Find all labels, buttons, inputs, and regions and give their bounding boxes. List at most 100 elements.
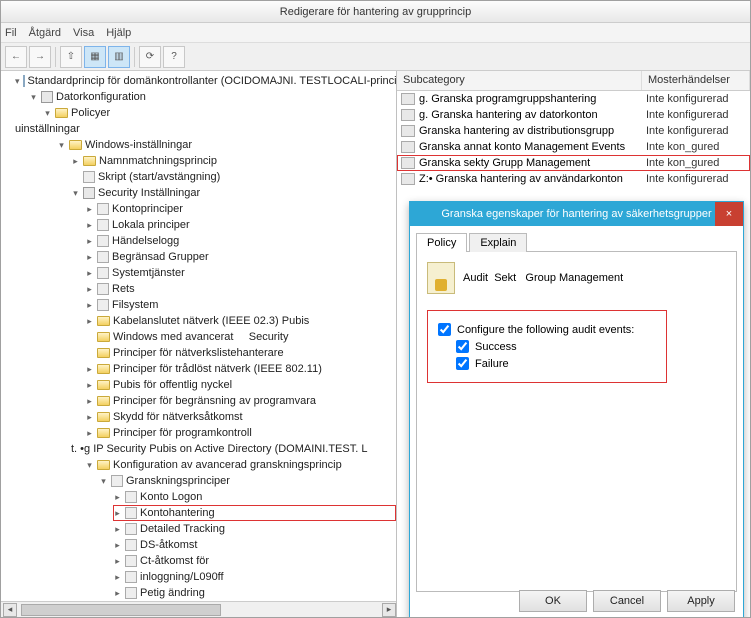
column-events[interactable]: Mosterhändelser bbox=[642, 71, 750, 90]
tree-item[interactable]: Konto Logon bbox=[140, 491, 202, 503]
tree-item[interactable]: Konfiguration av avancerad granskningspr… bbox=[113, 459, 342, 471]
tree-item[interactable]: Security Inställningar bbox=[98, 187, 200, 199]
audit-icon bbox=[125, 507, 137, 519]
scroll-right-icon[interactable]: ▸ bbox=[382, 603, 396, 617]
tree-item[interactable]: Principer för trådlöst nätverk (IEEE 802… bbox=[113, 363, 322, 375]
tree-item[interactable]: Detailed Tracking bbox=[140, 523, 225, 535]
tree-item[interactable]: t. •g IP Security Pubis on Active Direct… bbox=[71, 443, 367, 455]
folder-icon bbox=[97, 348, 110, 358]
tree-item[interactable]: Filsystem bbox=[112, 299, 158, 311]
audit-item-icon bbox=[401, 157, 415, 169]
tree-body[interactable]: ▾Standardprincip för domänkontrollanter … bbox=[1, 71, 396, 601]
tree-item[interactable]: uinställningar bbox=[15, 123, 80, 135]
tab-explain[interactable]: Explain bbox=[469, 233, 527, 252]
tree-item[interactable]: Policyer bbox=[71, 107, 110, 119]
list-row[interactable]: g. Granska programgruppshantering Inte ko… bbox=[397, 91, 750, 107]
menu-view[interactable]: Visa bbox=[73, 27, 94, 39]
tree-item[interactable]: Ct-åtkomst för bbox=[140, 555, 209, 567]
properties-dialog: Granska egenskaper för hantering av säke… bbox=[409, 201, 744, 617]
tree-item[interactable]: Skript (start/avstängning) bbox=[98, 171, 220, 183]
apply-button[interactable]: Apply bbox=[667, 590, 735, 612]
view-button-1[interactable]: ▦ bbox=[84, 46, 106, 68]
policy-icon bbox=[97, 203, 109, 215]
failure-label: Failure bbox=[475, 358, 509, 370]
row-name: g. Granska programgruppshantering bbox=[419, 93, 596, 105]
audit-label: Audit Sekt Group Management bbox=[463, 272, 623, 284]
tree-item[interactable]: Principer för programkontroll bbox=[113, 427, 252, 439]
up-button[interactable]: ⇧ bbox=[60, 46, 82, 68]
view-button-2[interactable]: ▥ bbox=[108, 46, 130, 68]
list-row[interactable]: Z:• Granska hantering av användarkonton I… bbox=[397, 171, 750, 187]
audit-item-icon bbox=[401, 109, 415, 121]
folder-icon bbox=[97, 316, 110, 326]
configure-checkbox[interactable] bbox=[438, 323, 451, 336]
tree-item[interactable]: Kontoprinciper bbox=[112, 203, 183, 215]
forward-button[interactable]: → bbox=[29, 46, 51, 68]
cancel-button[interactable]: Cancel bbox=[593, 590, 661, 612]
refresh-button[interactable]: ⟳ bbox=[139, 46, 161, 68]
back-button[interactable]: ← bbox=[5, 46, 27, 68]
audit-icon bbox=[125, 555, 137, 567]
policy-icon bbox=[97, 251, 109, 263]
ok-button[interactable]: OK bbox=[519, 590, 587, 612]
folder-icon bbox=[69, 140, 82, 150]
menu-action[interactable]: Åtgärd bbox=[29, 27, 61, 39]
tree-item[interactable]: Rets bbox=[112, 283, 135, 295]
tree-item[interactable]: Skydd för nätverksåtkomst bbox=[113, 411, 243, 423]
audit-icon bbox=[111, 475, 123, 487]
policy-icon bbox=[97, 299, 109, 311]
list-row[interactable]: Granska annat konto Management EventsInt… bbox=[397, 139, 750, 155]
close-button[interactable]: × bbox=[715, 202, 743, 226]
tree-item[interactable]: Systemtjänster bbox=[112, 267, 185, 279]
audit-icon bbox=[125, 539, 137, 551]
security-icon bbox=[83, 187, 95, 199]
policy-icon bbox=[97, 219, 109, 231]
tree-item[interactable]: Namnmatchningsprincip bbox=[99, 155, 217, 167]
tree-item[interactable]: inloggning/L090ff bbox=[140, 571, 224, 583]
menu-help[interactable]: Hjälp bbox=[106, 27, 131, 39]
list-row[interactable]: g. Granska hantering av datorkontonInte … bbox=[397, 107, 750, 123]
menu-file[interactable]: Fil bbox=[5, 27, 17, 39]
list-row[interactable]: Granska sekty Grupp ManagementInte kon_g… bbox=[397, 155, 750, 171]
row-name: Z:• Granska hantering av användarkonton bbox=[419, 173, 623, 185]
tree-item[interactable]: Windows med avancerat Security bbox=[113, 331, 288, 343]
success-checkbox[interactable] bbox=[456, 340, 469, 353]
toolbar: ← → ⇧ ▦ ▥ ⟳ ? bbox=[1, 43, 750, 71]
row-name: Granska annat konto Management Events bbox=[419, 141, 625, 153]
success-label: Success bbox=[475, 341, 517, 353]
tree-item[interactable]: Petig ändring bbox=[140, 587, 205, 599]
tab-policy[interactable]: Policy bbox=[416, 233, 467, 252]
dialog-title: Granska egenskaper för hantering av säke… bbox=[410, 202, 743, 226]
tree-item-kontohantering[interactable]: ▸Kontohantering bbox=[113, 505, 396, 521]
scroll-left-icon[interactable]: ◂ bbox=[3, 603, 17, 617]
tree-item[interactable]: Begränsad Grupper bbox=[112, 251, 209, 263]
folder-icon bbox=[97, 364, 110, 374]
tree-item[interactable]: DS-åtkomst bbox=[140, 539, 197, 551]
row-status: Inte konfigurerad bbox=[642, 125, 750, 137]
row-status: Inte konfigurerad bbox=[642, 173, 750, 185]
policy-icon bbox=[97, 283, 109, 295]
tree-item[interactable]: Granskningsprinciper bbox=[126, 475, 230, 487]
tree-item[interactable]: Datorkonfiguration bbox=[56, 91, 146, 103]
row-status: Inte konfigurerad bbox=[642, 93, 750, 105]
tree-item[interactable]: Windows-inställningar bbox=[85, 139, 192, 151]
main-window: Redigerare för hantering av grupprincip … bbox=[0, 0, 751, 618]
tree-scrollbar[interactable]: ◂ ▸ bbox=[1, 601, 396, 617]
scroll-thumb[interactable] bbox=[21, 604, 221, 616]
tree-item[interactable]: Principer för nätverkslistehanterare bbox=[113, 347, 284, 359]
tree-item[interactable]: Principer för begränsning av programvara bbox=[113, 395, 316, 407]
audit-item-icon bbox=[401, 141, 415, 153]
column-subcategory[interactable]: Subcategory bbox=[397, 71, 642, 90]
tree-root[interactable]: Standardprincip för domänkontrollanter (… bbox=[28, 75, 396, 87]
list-rows: g. Granska programgruppshantering Inte ko… bbox=[397, 91, 750, 187]
tree-item[interactable]: Pubis för offentlig nyckel bbox=[113, 379, 232, 391]
tree-item[interactable]: Lokala principer bbox=[112, 219, 190, 231]
failure-checkbox[interactable] bbox=[456, 357, 469, 370]
tree-item[interactable]: Händelselogg bbox=[112, 235, 179, 247]
tree-item[interactable]: Kabelanslutet nätverk (IEEE 02.3) Pubis bbox=[113, 315, 309, 327]
audit-icon bbox=[125, 491, 137, 503]
help-button[interactable]: ? bbox=[163, 46, 185, 68]
row-status: Inte kon_gured bbox=[642, 157, 750, 169]
list-row[interactable]: Granska hantering av distributionsgruppI… bbox=[397, 123, 750, 139]
audit-item-icon bbox=[401, 125, 415, 137]
